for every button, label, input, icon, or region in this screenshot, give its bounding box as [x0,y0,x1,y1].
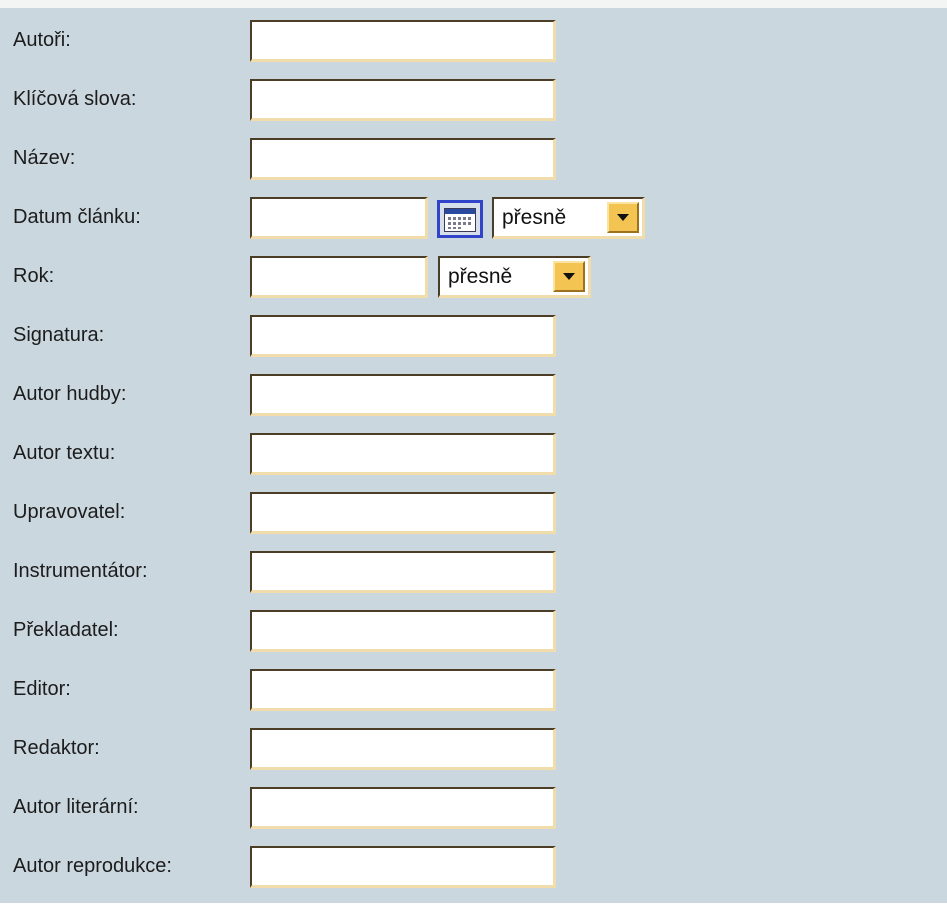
search-form-panel: Autoři: Klíčová slova: Název: Datum člán… [0,0,947,903]
literary-author-input[interactable] [250,787,556,829]
form-row-title: Název: [0,138,947,198]
article-date-match-value: přesně [502,206,567,229]
year-dropdown-button[interactable] [553,261,585,292]
form-row-reproduction-author: Autor reprodukce: [0,846,947,906]
article-date-dropdown-button[interactable] [607,202,639,233]
arranger-input[interactable] [250,492,556,534]
title-input[interactable] [250,138,556,180]
article-date-match-select[interactable]: přesně [492,197,645,239]
form-row-translator: Překladatel: [0,610,947,670]
redactor-input[interactable] [250,728,556,770]
redactor-label: Redaktor: [13,737,100,759]
article-date-label: Datum článku: [13,206,141,228]
translator-label: Překladatel: [13,619,119,641]
form-row-lyrics-author: Autor textu: [0,433,947,493]
form-row-redactor: Redaktor: [0,728,947,788]
form-row-literary-author: Autor literární: [0,787,947,847]
music-author-input[interactable] [250,374,556,416]
music-author-label: Autor hudby: [13,383,127,405]
reproduction-author-label: Autor reprodukce: [13,855,172,877]
form-row-arranger: Upravovatel: [0,492,947,552]
article-date-input[interactable] [250,197,428,239]
year-match-value: přesně [448,265,513,288]
keywords-label: Klíčová slova: [13,88,137,110]
year-label: Rok: [13,265,55,287]
arranger-label: Upravovatel: [13,501,126,523]
form-row-editor: Editor: [0,669,947,729]
lyrics-author-label: Autor textu: [13,442,116,464]
orchestrator-label: Instrumentátor: [13,560,148,582]
editor-label: Editor: [13,678,71,700]
authors-label: Autoři: [13,29,71,51]
lyrics-author-input[interactable] [250,433,556,475]
title-label: Název: [13,147,76,169]
form-row-keywords: Klíčová slova: [0,79,947,139]
reproduction-author-input[interactable] [250,846,556,888]
chevron-down-icon [563,273,575,280]
form-row-signature: Signatura: [0,315,947,375]
signature-input[interactable] [250,315,556,357]
chevron-down-icon [617,214,629,221]
form-row-authors: Autoři: [0,20,947,80]
signature-label: Signatura: [13,324,105,346]
form-row-orchestrator: Instrumentátor: [0,551,947,611]
keywords-input[interactable] [250,79,556,121]
translator-input[interactable] [250,610,556,652]
literary-author-label: Autor literární: [13,796,139,818]
year-match-select[interactable]: přesně [438,256,591,298]
form-row-year: Rok: přesně [0,256,947,316]
orchestrator-input[interactable] [250,551,556,593]
calendar-icon [444,208,476,232]
year-input[interactable] [250,256,428,298]
form-row-music-author: Autor hudby: [0,374,947,434]
editor-input[interactable] [250,669,556,711]
form-row-article-date: Datum článku: přesně [0,197,947,257]
calendar-button[interactable] [437,200,483,238]
authors-input[interactable] [250,20,556,62]
